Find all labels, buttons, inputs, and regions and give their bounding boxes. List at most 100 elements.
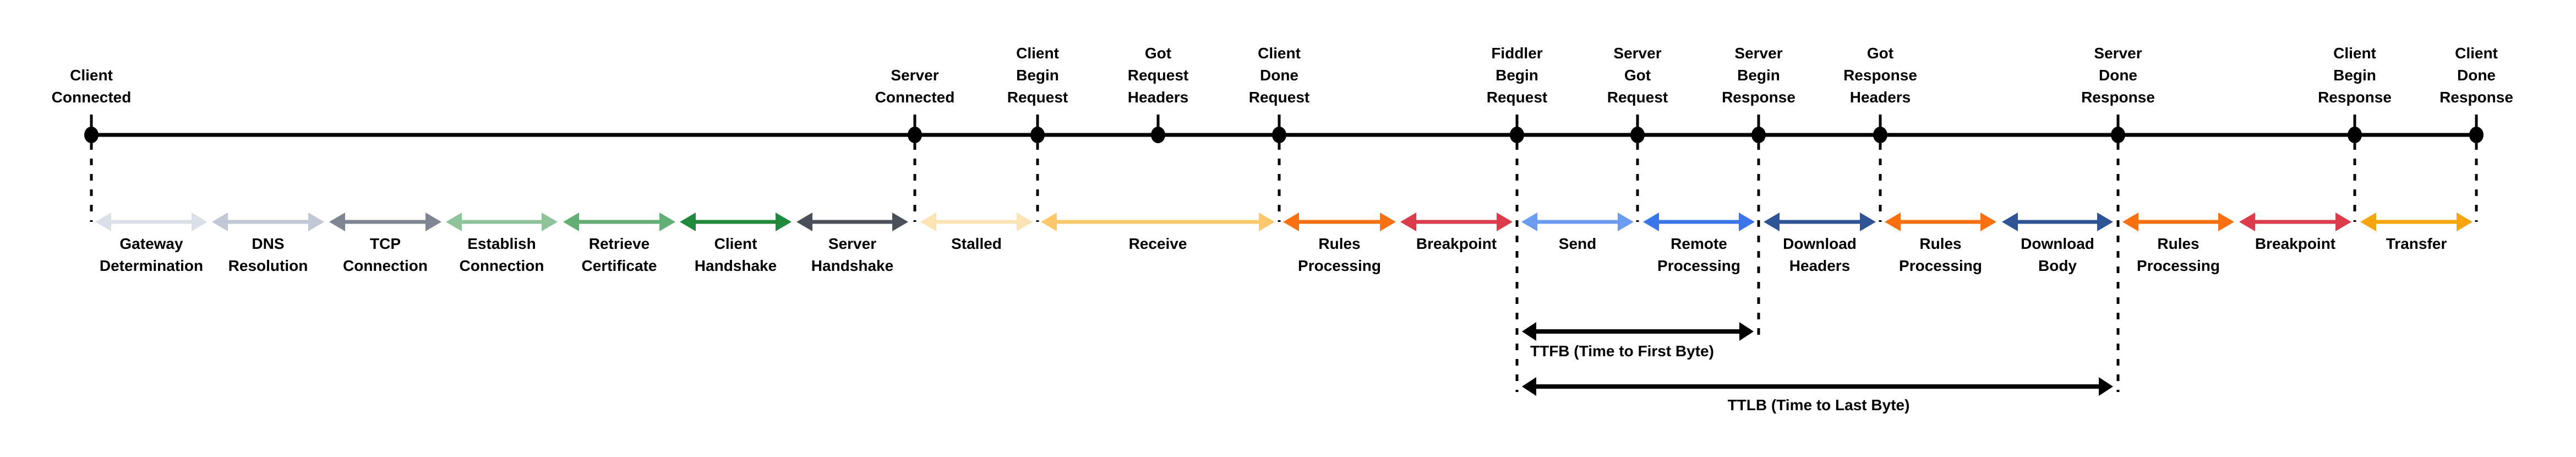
- phase-label-line: Rules: [2157, 235, 2200, 252]
- event-marker-server-connected: [908, 115, 922, 143]
- event-label-line: Client: [2455, 45, 2498, 62]
- phase-arrow-tcp-connection: [329, 213, 441, 231]
- event-label-line: Request: [1248, 89, 1310, 106]
- phase-arrow-establish-connection: [446, 213, 558, 231]
- event-marker-fiddler-begin-request: [1510, 115, 1524, 143]
- arrowhead-left-icon: [1041, 213, 1057, 231]
- event-label-line: Done: [2457, 67, 2496, 84]
- event-label-line: Response: [2439, 89, 2513, 106]
- arrowhead-left-icon: [329, 213, 345, 231]
- arrow-shaft: [1416, 220, 1497, 224]
- phase-arrow-rules-processing-request: [1283, 213, 1396, 231]
- phase-label-send: Send: [1559, 233, 1596, 255]
- phase-arrow-client-handshake: [680, 213, 792, 231]
- phase-label-breakpoint-request: Breakpoint: [1416, 233, 1497, 255]
- phase-arrow-server-handshake: [796, 213, 908, 231]
- phase-label-stalled: Stalled: [951, 233, 1002, 255]
- event-label-line: Connected: [51, 89, 132, 106]
- phase-arrow-download-body: [2002, 213, 2113, 231]
- phase-label-server-handshake: Server Handshake: [811, 233, 893, 277]
- arrowhead-right-icon: [1618, 213, 1634, 231]
- arrow-shaft: [1779, 220, 1860, 224]
- event-label-line: Client: [2333, 45, 2376, 62]
- event-dot: [2111, 127, 2125, 143]
- event-label-line: Got: [1624, 67, 1651, 84]
- event-label-line: Response: [1722, 89, 1795, 106]
- arrowhead-right-icon: [892, 213, 908, 231]
- arrowhead-right-icon: [1739, 213, 1755, 231]
- phase-arrow-stalled: [920, 213, 1033, 231]
- event-marker-client-connected: [84, 115, 99, 143]
- arrow-shaft: [111, 220, 192, 224]
- phase-label-line: Processing: [1899, 257, 1982, 274]
- phase-label-gateway-determination: Gateway Determination: [100, 233, 203, 277]
- phase-label-line: DNS: [252, 235, 285, 252]
- phase-label-line: Retrieve: [588, 235, 650, 252]
- arrowhead-left-icon: [920, 213, 936, 231]
- phase-label-line: Connection: [343, 257, 428, 274]
- arrow-shaft: [2255, 220, 2336, 224]
- arrowhead-left-icon: [212, 213, 228, 231]
- phase-label-download-headers: Download Headers: [1783, 233, 1857, 277]
- event-marker-client-begin-response: [2348, 115, 2362, 143]
- event-dot: [84, 127, 99, 143]
- phase-arrow-breakpoint-response: [2239, 213, 2351, 231]
- phase-label-transfer: Transfer: [2386, 233, 2447, 255]
- event-label-line: Request: [1607, 89, 1668, 106]
- event-label-line: Headers: [1849, 89, 1911, 106]
- arrowhead-right-icon: [2335, 213, 2351, 231]
- event-label-server-connected: Server Connected: [875, 64, 955, 108]
- event-dot: [1272, 127, 1286, 143]
- phase-label-line: Download: [2021, 235, 2094, 252]
- phase-label-line: Breakpoint: [1416, 235, 1497, 252]
- arrowhead-right-icon: [1259, 213, 1275, 231]
- phase-label-line: Handshake: [694, 257, 777, 274]
- arrowhead-right-icon: [1497, 213, 1513, 231]
- phase-label-line: Processing: [1298, 257, 1381, 274]
- phase-label-line: Breakpoint: [2255, 235, 2336, 252]
- phase-label-receive: Receive: [1129, 233, 1187, 255]
- phase-label-establish-connection: Establish Connection: [460, 233, 544, 277]
- phase-label-line: Receive: [1128, 235, 1187, 252]
- event-label-line: Done: [2098, 67, 2137, 84]
- event-label-client-done-response: Client Done Response: [2439, 42, 2513, 108]
- phase-label-line: Rules: [1919, 235, 1962, 252]
- arrow-shaft: [1298, 220, 1380, 224]
- phase-label-line: TCP: [370, 235, 401, 252]
- event-label-line: Server: [891, 67, 939, 84]
- phase-label-line: Rules: [1318, 235, 1361, 252]
- arrow-shaft: [2376, 220, 2457, 224]
- arrowhead-left-icon: [563, 213, 579, 231]
- arrowhead-right-icon: [2457, 213, 2473, 231]
- event-ticks: [84, 115, 2484, 143]
- event-label-line: Server: [1734, 45, 1783, 62]
- event-label-line: Client: [1258, 45, 1301, 62]
- phase-label-line: Connection: [459, 257, 544, 274]
- event-dot: [1873, 127, 1887, 143]
- arrow-shaft: [936, 220, 1017, 224]
- phase-label-line: Certificate: [581, 257, 657, 274]
- arrowhead-left-icon: [446, 213, 462, 231]
- arrowhead-right-icon: [2099, 377, 2113, 396]
- event-label-fiddler-begin-request: Fiddler Begin Request: [1487, 42, 1547, 108]
- arrow-shaft: [1900, 220, 1981, 224]
- event-dot: [1630, 127, 1645, 143]
- event-label-line: Request: [1486, 89, 1548, 106]
- phase-label-retrieve-certificate: Retrieve Certificate: [582, 233, 657, 277]
- span-arrow-ttfb: [1522, 322, 1754, 341]
- event-label-line: Connected: [875, 89, 955, 106]
- event-label-client-begin-request: Client Begin Request: [1007, 42, 1068, 108]
- phase-label-line: Establish: [467, 235, 536, 252]
- event-dot: [1510, 127, 1524, 143]
- arrowhead-right-icon: [1860, 213, 1876, 231]
- arrowhead-left-icon: [2360, 213, 2376, 231]
- event-label-line: Headers: [1127, 89, 1189, 106]
- event-marker-client-begin-request: [1030, 115, 1045, 143]
- event-dot: [1030, 127, 1045, 143]
- event-label-line: Request: [1127, 67, 1189, 84]
- arrow-shaft: [1658, 220, 1739, 224]
- event-label-client-done-request: Client Done Request: [1249, 42, 1309, 108]
- arrow-shaft: [695, 220, 776, 224]
- arrowhead-right-icon: [425, 213, 441, 231]
- arrow-shaft: [345, 220, 426, 224]
